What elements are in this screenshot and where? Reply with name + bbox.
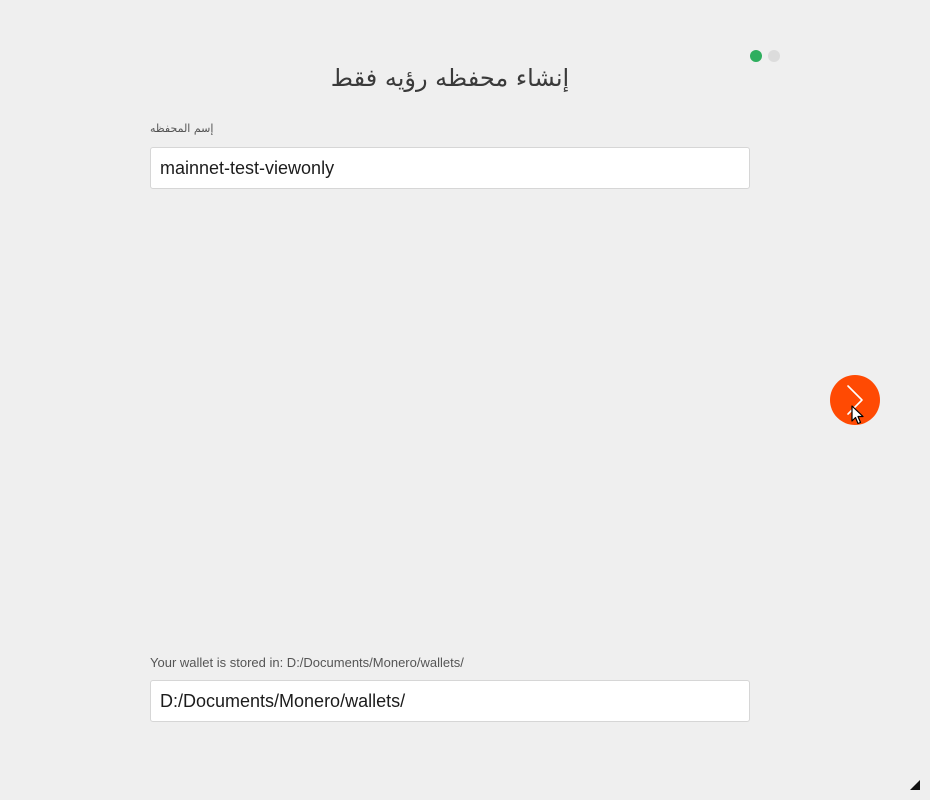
- chevron-right-icon: [847, 385, 863, 415]
- step-dot-inactive: [768, 50, 780, 62]
- step-progress-indicator: [750, 50, 780, 62]
- wallet-name-input[interactable]: [150, 147, 750, 189]
- step-dot-active: [750, 50, 762, 62]
- page-title: إنشاء محفظه رؤيه فقط: [330, 64, 570, 92]
- next-button[interactable]: [830, 375, 880, 425]
- wallet-location-label: Your wallet is stored in: D:/Documents/M…: [150, 655, 464, 670]
- resize-grip-icon[interactable]: [910, 780, 920, 790]
- wallet-name-label: إسم المحفظه: [150, 122, 214, 135]
- wallet-location-input[interactable]: [150, 680, 750, 722]
